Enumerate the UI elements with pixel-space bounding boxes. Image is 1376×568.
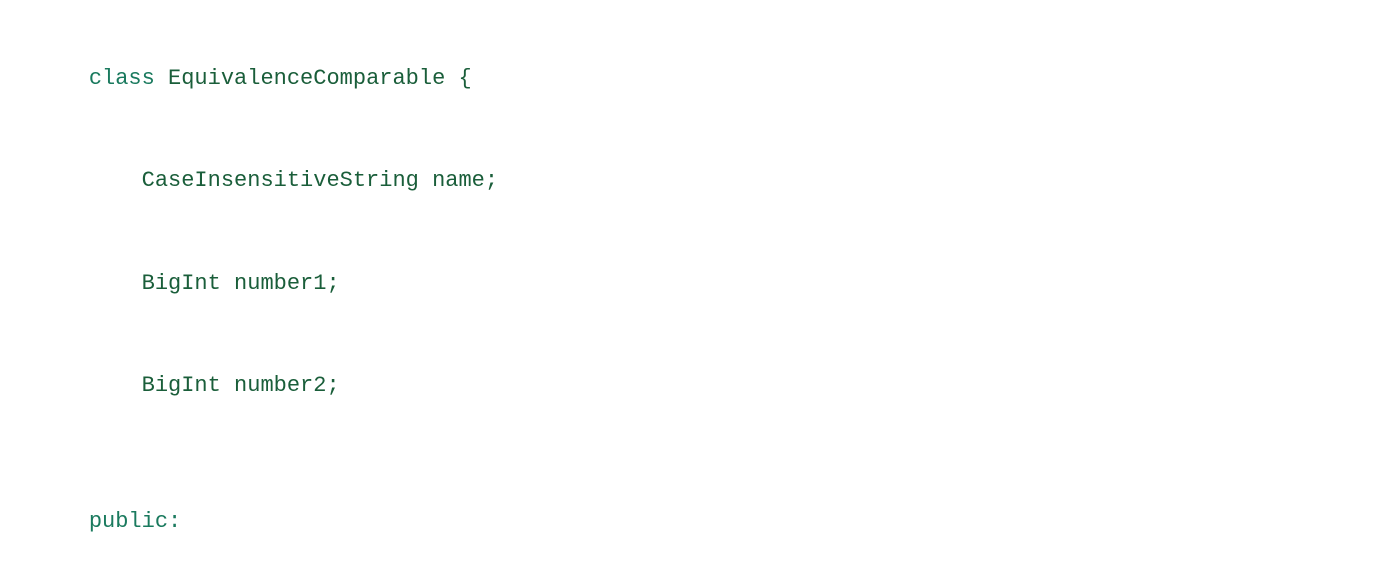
keyword-class: class: [89, 66, 168, 91]
code-line-6: public:: [36, 471, 1340, 568]
keyword-public: public:: [89, 509, 181, 534]
code-line-3: BigInt number1;: [36, 233, 1340, 335]
blank-line-1: [36, 437, 1340, 471]
code-block: class EquivalenceComparable { CaseInsens…: [0, 0, 1376, 568]
code-line-2: CaseInsensitiveString name;: [36, 130, 1340, 232]
code-line-1: class EquivalenceComparable {: [36, 28, 1340, 130]
code-line-4: BigInt number2;: [36, 335, 1340, 437]
